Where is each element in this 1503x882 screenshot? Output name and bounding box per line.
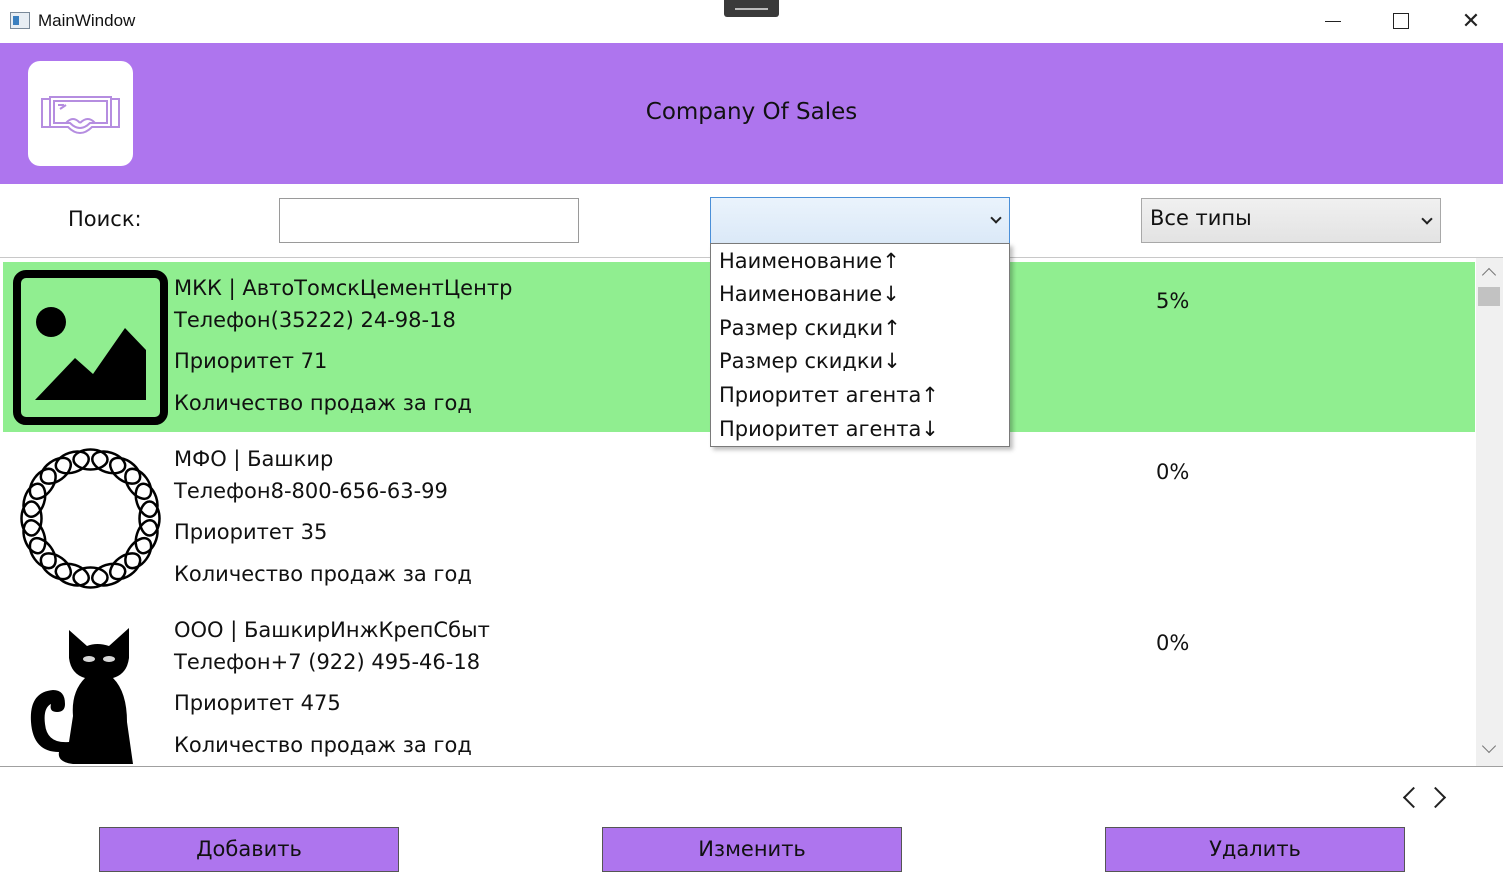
coil-loop <box>39 456 73 485</box>
divider <box>0 766 1503 767</box>
chevron-down-icon <box>1421 213 1433 225</box>
agent-title: МКК | АвтоТомскЦементЦентр <box>174 276 513 300</box>
image-placeholder-icon <box>13 270 168 425</box>
maximize-icon <box>1393 13 1409 29</box>
coil-loop <box>22 482 47 518</box>
close-icon: ✕ <box>1461 9 1481 34</box>
agent-title: ООО | БашкирИнжКрепСбыт <box>174 618 490 642</box>
coil-loop <box>134 482 159 518</box>
coil-loop <box>108 552 142 581</box>
agent-discount: 0% <box>1156 631 1190 655</box>
close-button[interactable]: ✕ <box>1436 0 1503 43</box>
agent-discount: 5% <box>1156 289 1190 313</box>
sort-option[interactable]: Приоритет агента↑ <box>719 383 939 407</box>
chevron-left-icon[interactable] <box>1400 786 1422 808</box>
coil-loop <box>54 450 90 475</box>
chevron-down-icon <box>990 212 1002 224</box>
agent-sales: Количество продаж за год <box>174 733 472 757</box>
agent-sales: Количество продаж за год <box>174 391 472 415</box>
sort-combobox[interactable] <box>710 197 1010 244</box>
type-selected-value: Все типы <box>1150 206 1252 230</box>
drag-grip[interactable] <box>724 0 779 17</box>
sort-dropdown-list[interactable]: Наименование↑ Наименование↓ Размер скидк… <box>710 243 1010 447</box>
agent-phone: Телефон+7 (922) 495-46-18 <box>174 650 481 674</box>
coil-loop <box>22 519 47 555</box>
sort-option[interactable]: Приоритет агента↓ <box>719 417 939 441</box>
sort-option[interactable]: Размер скидки↓ <box>719 349 901 373</box>
maximize-button[interactable] <box>1366 0 1436 43</box>
app-icon <box>10 12 30 29</box>
sort-option[interactable]: Наименование↓ <box>719 282 900 306</box>
agent-phone: Телефон8-800-656-63-99 <box>174 479 448 503</box>
agent-priority: Приоритет 35 <box>174 520 328 544</box>
agent-discount: 0% <box>1156 460 1190 484</box>
minimize-icon <box>1325 21 1341 22</box>
chevron-right-icon[interactable] <box>1428 786 1450 808</box>
add-button[interactable]: Добавить <box>99 827 399 872</box>
agent-row[interactable]: МФО | Башкир Телефон8-800-656-63-99 Прио… <box>3 433 1475 603</box>
search-input[interactable] <box>279 198 579 243</box>
agent-title: МФО | Башкир <box>174 447 334 471</box>
window-title: MainWindow <box>38 11 136 30</box>
coil-loop <box>28 536 57 570</box>
minimize-button[interactable] <box>1297 0 1367 43</box>
sort-option[interactable]: Наименование↑ <box>719 249 900 273</box>
coil-loop <box>134 519 159 555</box>
list-scrollbar[interactable] <box>1476 258 1503 766</box>
scroll-thumb[interactable] <box>1478 287 1500 306</box>
company-title: Company Of Sales <box>645 99 858 125</box>
agent-priority: Приоритет 475 <box>174 691 341 715</box>
coil-loop <box>54 562 90 587</box>
coil-ring-icon <box>20 448 161 589</box>
search-label: Поиск: <box>68 207 142 231</box>
agent-phone: Телефон(35222) 24-98-18 <box>174 308 456 332</box>
agent-row[interactable]: ООО | БашкирИнжКрепСбыт Телефон+7 (922) … <box>3 604 1475 766</box>
delete-button[interactable]: Удалить <box>1105 827 1405 872</box>
type-filter-combobox[interactable]: Все типы <box>1141 198 1441 243</box>
agent-priority: Приоритет 71 <box>174 349 328 373</box>
header-band: Company Of Sales <box>0 43 1503 184</box>
scroll-down-icon[interactable] <box>1481 738 1497 754</box>
agent-sales: Количество продаж за год <box>174 562 472 586</box>
coil-loop <box>91 450 127 475</box>
edit-button[interactable]: Изменить <box>602 827 902 872</box>
title-bar: MainWindow ✕ <box>0 0 1503 43</box>
coil-loop <box>124 467 153 501</box>
sort-option[interactable]: Размер скидки↑ <box>719 316 901 340</box>
scroll-up-icon[interactable] <box>1481 267 1497 283</box>
coil-loop <box>91 562 127 587</box>
black-cat-icon <box>30 628 133 764</box>
